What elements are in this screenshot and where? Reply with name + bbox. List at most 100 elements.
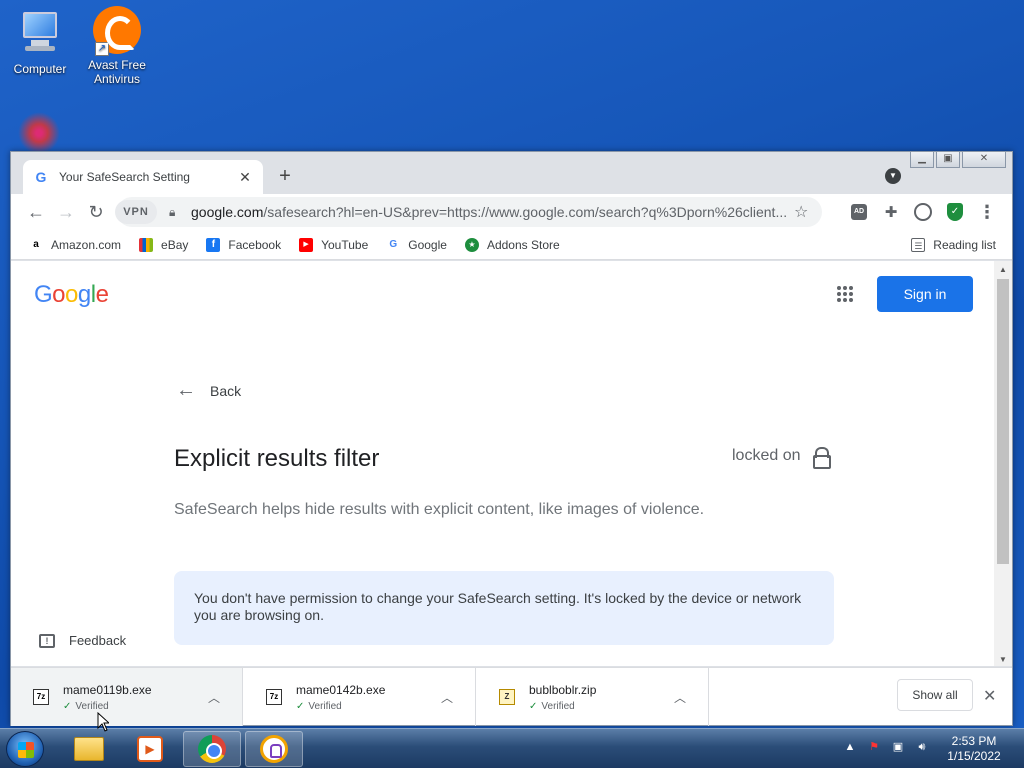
google-icon: G bbox=[389, 238, 398, 250]
more-vert-icon: ⋮ bbox=[978, 201, 996, 222]
tab-strip: G Your SafeSearch Setting ✕ + ▼ ▁ ▣ ✕ bbox=[11, 152, 1012, 194]
facebook-icon: f bbox=[206, 237, 221, 252]
page-scrollbar[interactable]: ▲ ▼ bbox=[994, 261, 1012, 666]
chrome-icon bbox=[198, 735, 226, 763]
url-text: google.com/safesearch?hl=en-US&prev=http… bbox=[191, 204, 788, 220]
sign-in-button[interactable]: Sign in bbox=[877, 276, 973, 312]
bookmark-amazon[interactable]: a Amazon.com bbox=[29, 238, 121, 252]
bookmark-ebay[interactable]: eBay bbox=[139, 237, 188, 252]
feedback-icon: ! bbox=[39, 633, 55, 648]
locked-status-label: locked on bbox=[732, 447, 801, 464]
system-tray: ▲ ⚑ ▣ 🔊︎ bbox=[842, 739, 930, 755]
amazon-icon: a bbox=[33, 238, 39, 250]
profile-button[interactable] bbox=[908, 197, 938, 227]
google-logo[interactable]: Google bbox=[34, 281, 109, 309]
bookmark-facebook[interactable]: f Facebook bbox=[206, 237, 281, 252]
toolbar: ← → ↻ VPN 🔒︎ google.com/safesearch?hl=en… bbox=[11, 194, 1012, 230]
volume-icon[interactable]: 🔊︎ bbox=[914, 739, 930, 755]
scroll-up-icon[interactable]: ▲ bbox=[999, 265, 1007, 274]
new-tab-button[interactable]: + bbox=[273, 164, 297, 188]
taskbar-vpn[interactable] bbox=[245, 731, 303, 767]
desktop-icon-avast[interactable]: ↗ Avast Free Antivirus bbox=[77, 6, 157, 86]
download-filename: bublboblr.zip bbox=[529, 682, 597, 697]
ebay-icon bbox=[139, 237, 154, 252]
clock-time: 2:53 PM bbox=[951, 734, 997, 748]
download-status: ✓ Verified bbox=[529, 700, 575, 712]
desktop-shortcut-icon[interactable] bbox=[18, 112, 60, 154]
safesearch-description: SafeSearch helps hide results with expli… bbox=[174, 501, 705, 518]
download-item[interactable]: 7z mame0119b.exe ✓ Verified ︿ bbox=[11, 668, 243, 726]
reload-icon[interactable]: ↻ bbox=[81, 197, 111, 227]
download-item[interactable]: 7z mame0142b.exe ✓ Verified ︿ bbox=[244, 668, 476, 726]
download-status: ✓ Verified bbox=[296, 700, 342, 712]
taskbar-chrome[interactable] bbox=[183, 731, 241, 767]
download-filename: mame0142b.exe bbox=[296, 682, 386, 697]
bookmark-addons-store[interactable]: ★ Addons Store bbox=[464, 237, 560, 252]
action-center-icon[interactable]: ⚑ bbox=[866, 739, 882, 755]
desktop-icon-computer[interactable]: Computer bbox=[0, 8, 80, 76]
check-icon: ✓ bbox=[529, 700, 538, 712]
download-filename: mame0119b.exe bbox=[63, 682, 152, 697]
adblock-extension-button[interactable]: AD bbox=[844, 197, 874, 227]
start-button[interactable] bbox=[6, 731, 44, 767]
page-title: Explicit results filter bbox=[174, 445, 380, 472]
feedback-button[interactable]: ! Feedback bbox=[39, 633, 126, 648]
chrome-menu-button[interactable]: ⋮ bbox=[972, 197, 1002, 227]
extensions-button[interactable]: ✚ bbox=[876, 197, 906, 227]
tab-title: Your SafeSearch Setting bbox=[59, 170, 190, 184]
lock-icon[interactable]: 🔒︎ bbox=[169, 205, 181, 220]
computer-icon bbox=[17, 12, 63, 56]
back-arrow-icon[interactable]: ← bbox=[21, 197, 51, 227]
download-status: ✓ Verified bbox=[63, 700, 109, 712]
shield-icon: ✓ bbox=[947, 203, 963, 221]
network-icon[interactable]: ▣ bbox=[890, 739, 906, 755]
profile-icon bbox=[914, 203, 932, 221]
google-favicon-icon: G bbox=[35, 169, 47, 185]
media-player-icon: ▶ bbox=[137, 736, 163, 762]
vpn-app-icon bbox=[260, 735, 288, 763]
chevron-up-icon[interactable]: ︿ bbox=[208, 689, 232, 706]
reading-list-button[interactable]: ☰ Reading list bbox=[911, 237, 996, 252]
puzzle-icon: ✚ bbox=[884, 204, 898, 221]
download-shelf: 7z mame0119b.exe ✓ Verified ︿ 7z mame0142… bbox=[11, 667, 1012, 726]
desktop-icon-label: Avast Free bbox=[88, 58, 146, 72]
bookmark-star-icon[interactable]: ☆ bbox=[794, 202, 812, 222]
reading-list-icon: ☰ bbox=[911, 237, 926, 252]
forward-arrow-icon[interactable]: → bbox=[51, 197, 81, 227]
chevron-up-icon[interactable]: ︿ bbox=[441, 689, 465, 706]
arrow-back-icon: ← bbox=[176, 379, 196, 401]
7z-file-icon: 7z bbox=[266, 689, 282, 705]
download-item[interactable]: Z bublboblr.zip ✓ Verified ︿ bbox=[477, 668, 709, 726]
minimize-button[interactable]: ▁ bbox=[910, 152, 934, 168]
permission-notice: You don't have permission to change your… bbox=[174, 571, 834, 645]
shortcut-arrow-icon: ↗ bbox=[95, 42, 109, 56]
clock-date: 1/15/2022 bbox=[947, 749, 1001, 763]
tab-safesearch[interactable]: G Your SafeSearch Setting ✕ bbox=[23, 160, 263, 194]
address-bar[interactable]: 🔒︎ google.com/safesearch?hl=en-US&prev=h… bbox=[117, 197, 822, 227]
bookmark-youtube[interactable]: ▶ YouTube bbox=[299, 237, 368, 252]
shield-extension-button[interactable]: ✓ bbox=[940, 197, 970, 227]
chrome-window: G Your SafeSearch Setting ✕ + ▼ ▁ ▣ ✕ ← … bbox=[10, 151, 1013, 726]
tab-search-icon[interactable]: ▼ bbox=[885, 168, 901, 184]
clock[interactable]: 2:53 PM 1/15/2022 bbox=[936, 734, 1012, 764]
back-link[interactable]: ← Back bbox=[176, 379, 241, 402]
scrollbar-thumb[interactable] bbox=[997, 279, 1009, 564]
close-tab-icon[interactable]: ✕ bbox=[237, 169, 253, 186]
close-shelf-icon[interactable]: ✕ bbox=[983, 686, 996, 706]
show-all-button[interactable]: Show all bbox=[897, 679, 973, 711]
feedback-label: Feedback bbox=[69, 633, 127, 648]
desktop-icon-label: Antivirus bbox=[93, 72, 140, 86]
google-apps-icon[interactable] bbox=[837, 286, 853, 302]
page-content: Google Sign in ← Back Explicit results f… bbox=[11, 261, 994, 666]
scroll-down-icon[interactable]: ▼ bbox=[999, 655, 1007, 664]
chevron-up-icon[interactable]: ︿ bbox=[674, 689, 698, 706]
window-close-button[interactable]: ✕ bbox=[962, 152, 1006, 168]
window-controls: ▁ ▣ ✕ bbox=[910, 152, 1006, 168]
restore-button[interactable]: ▣ bbox=[936, 152, 960, 168]
vpn-badge[interactable]: VPN bbox=[115, 200, 157, 224]
bookmark-google[interactable]: G Google bbox=[386, 238, 447, 252]
locked-status: locked on bbox=[732, 447, 831, 469]
show-hidden-icons-icon[interactable]: ▲ bbox=[842, 739, 858, 755]
taskbar-media-player[interactable]: ▶ bbox=[121, 731, 179, 767]
taskbar-explorer[interactable] bbox=[60, 731, 118, 767]
